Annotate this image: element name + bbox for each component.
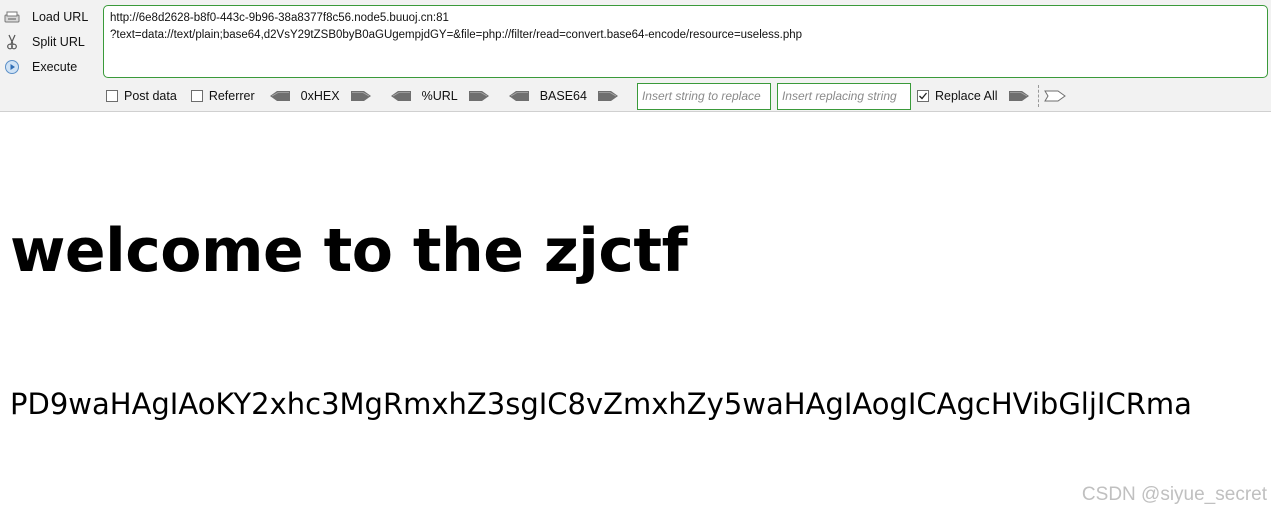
toolbar-separator xyxy=(1037,85,1040,107)
scissors-icon xyxy=(4,34,20,50)
load-url-label: Load URL xyxy=(32,9,89,24)
page-heading: welcome to the zjctf xyxy=(10,216,688,286)
base64-decode-arrow-icon[interactable] xyxy=(508,90,530,102)
load-url-button[interactable]: Load URL xyxy=(0,4,100,29)
base64-label: BASE64 xyxy=(539,89,587,103)
split-url-button[interactable]: Split URL xyxy=(0,29,100,54)
url-label: %URL xyxy=(421,89,458,103)
hex-encoder: 0xHEX xyxy=(269,89,372,103)
base64-encode-arrow-icon[interactable] xyxy=(597,90,619,102)
post-data-box[interactable] xyxy=(106,90,118,102)
options-row: Post data Referrer 0xHEX %URL BASE64 Ins… xyxy=(106,82,1066,110)
replacing-string-input[interactable] xyxy=(776,82,911,110)
base64-output-text: PD9waHAgIAoKY2xhc3MgRmxhZ3sgIC8vZmxhZy5w… xyxy=(10,387,1192,421)
hex-encode-arrow-icon[interactable] xyxy=(350,90,372,102)
replace-arrow-icon[interactable] xyxy=(1008,90,1030,102)
referrer-checkbox[interactable]: Referrer xyxy=(190,89,255,103)
url-encoder: %URL xyxy=(390,89,490,103)
hex-decode-arrow-icon[interactable] xyxy=(269,90,291,102)
replace-next-arrow-icon[interactable] xyxy=(1043,90,1066,102)
check-mark-icon xyxy=(919,92,927,100)
execute-label: Execute xyxy=(32,59,78,74)
play-icon xyxy=(4,59,20,75)
split-url-label: Split URL xyxy=(32,34,85,49)
post-data-checkbox[interactable]: Post data xyxy=(106,89,177,103)
replace-all-checkbox[interactable]: Replace All xyxy=(916,89,998,103)
replace-string-input[interactable] xyxy=(636,82,771,110)
hackbar-toolbar: Load URL Split URL Execute http://6e8d26… xyxy=(0,0,1271,112)
post-data-label: Post data xyxy=(124,89,177,103)
load-url-icon xyxy=(4,9,20,25)
url-input[interactable]: http://6e8d2628-b8f0-443c-9b96-38a8377f8… xyxy=(103,5,1268,78)
url-decode-arrow-icon[interactable] xyxy=(390,90,412,102)
referrer-label: Referrer xyxy=(208,89,255,103)
url-line-2: ?text=data://text/plain;base64,d2VsY29tZ… xyxy=(110,29,803,41)
execute-button[interactable]: Execute xyxy=(0,54,100,79)
csdn-watermark: CSDN @siyue_secret xyxy=(1081,484,1267,505)
referrer-box[interactable] xyxy=(190,90,203,102)
replace-all-box[interactable] xyxy=(916,90,929,102)
url-line-1: http://6e8d2628-b8f0-443c-9b96-38a8377f8… xyxy=(110,12,449,24)
url-encode-arrow-icon[interactable] xyxy=(468,90,490,102)
base64-encoder: BASE64 xyxy=(508,89,619,103)
hackbar-sidebar: Load URL Split URL Execute xyxy=(0,4,100,79)
replace-all-label: Replace All xyxy=(934,89,998,103)
hex-label: 0xHEX xyxy=(300,89,340,103)
